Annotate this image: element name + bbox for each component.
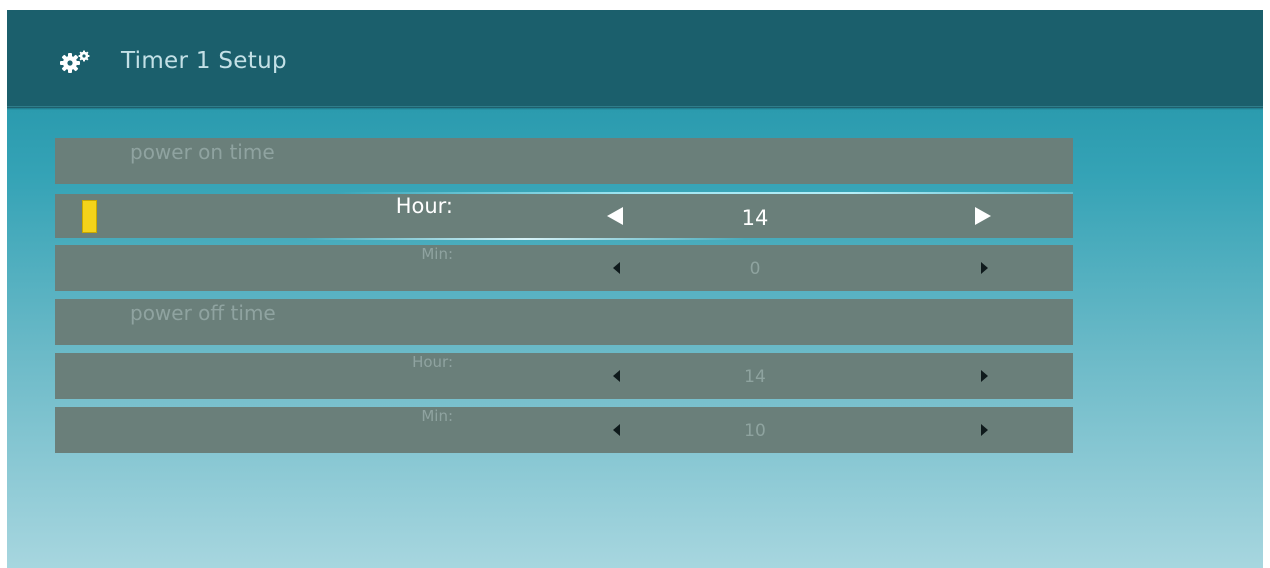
power-on-hour-row[interactable]: Hour: 14 <box>55 192 1073 240</box>
power-off-min-value: 10 <box>744 421 766 441</box>
power-on-hour-value: 14 <box>741 206 769 230</box>
increment-arrow-icon[interactable] <box>975 207 991 225</box>
power-off-hour-label: Hour: <box>412 353 453 371</box>
power-on-min-label: Min: <box>421 245 453 263</box>
power-off-min-row[interactable]: Min: 10 <box>55 407 1073 453</box>
increment-arrow-icon[interactable] <box>981 370 988 382</box>
timer-setup-screen: Timer 1 Setup power on time Hour: 14 Min… <box>7 10 1263 568</box>
power-on-section-label: power on time <box>130 140 275 164</box>
decrement-arrow-icon[interactable] <box>613 424 620 436</box>
power-off-hour-row[interactable]: Hour: 14 <box>55 353 1073 399</box>
power-off-section-label: power off time <box>130 301 276 325</box>
power-on-min-row[interactable]: Min: 0 <box>55 245 1073 291</box>
page-title: Timer 1 Setup <box>121 48 287 74</box>
increment-arrow-icon[interactable] <box>981 424 988 436</box>
power-on-hour-label: Hour: <box>395 194 453 218</box>
increment-arrow-icon[interactable] <box>981 262 988 274</box>
decrement-arrow-icon[interactable] <box>607 207 623 225</box>
focus-cursor <box>82 200 97 233</box>
gear-icon <box>60 50 90 73</box>
power-off-hour-value: 14 <box>744 367 766 387</box>
power-on-min-value: 0 <box>749 259 761 279</box>
title-bar: Timer 1 Setup <box>7 10 1263 110</box>
power-off-section-header: power off time <box>55 299 1073 345</box>
decrement-arrow-icon[interactable] <box>613 262 620 274</box>
decrement-arrow-icon[interactable] <box>613 370 620 382</box>
power-off-min-label: Min: <box>421 407 453 425</box>
power-on-section-header: power on time <box>55 138 1073 184</box>
